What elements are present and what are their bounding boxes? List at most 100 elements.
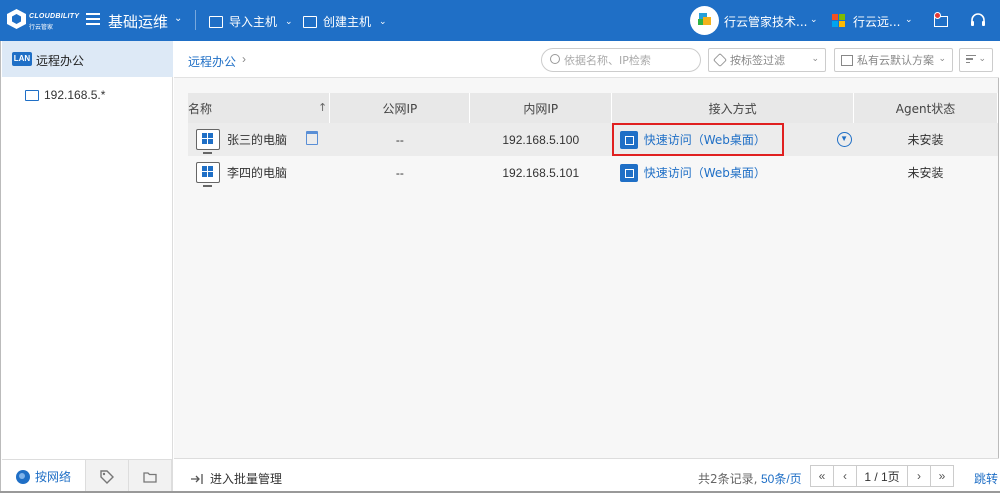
windows-pc-icon [196,129,220,154]
batch-manage-button[interactable]: 进入批量管理 [190,470,282,487]
column-header-public-ip[interactable]: 公网IP [329,93,471,123]
module-title[interactable]: 基础运维 [108,11,168,32]
highlight-box [611,123,784,156]
host-name[interactable]: 李四的电脑 [227,164,287,181]
workspace-name[interactable]: 行云远... [853,13,900,30]
plan-icon [841,54,853,66]
brand-logo[interactable]: CLOUDBILITY 行云管家 [6,7,82,35]
prev-page-button[interactable]: ‹ [833,465,857,487]
private-ip-cell: 192.168.5.101 [469,156,612,189]
last-page-button[interactable]: » [930,465,954,487]
import-icon [209,15,223,28]
chevron-down-icon[interactable]: ⌄ [905,14,913,25]
plan-select[interactable]: 私有云默认方案 ⌄ [834,48,953,72]
notification-dot [934,12,941,19]
add-host-icon [303,15,317,28]
first-page-button[interactable]: « [810,465,834,487]
tab-by-network[interactable]: 按网络 [2,460,86,493]
tag-filter-select[interactable]: 按标签过滤 ⌄ [708,48,826,72]
delete-icon[interactable] [306,131,318,145]
search-box[interactable] [541,48,701,72]
private-ip-cell: 192.168.5.100 [469,123,612,156]
tree-node-label: 192.168.5.* [44,88,106,102]
sidebar: LAN 远程办公 192.168.5.* 按网络 [0,41,173,493]
agent-status-cell: 未安装 [853,123,998,156]
tab-by-folder[interactable] [129,460,172,493]
create-host-button[interactable]: 创建主机 ⌄ [303,13,387,30]
tab-label: 按网络 [34,470,71,484]
next-page-button[interactable]: › [907,465,931,487]
sort-arrow-icon[interactable]: ↑ [318,101,327,114]
support-headset-icon[interactable] [970,12,986,28]
sort-select[interactable]: ⌄ [959,48,993,72]
tag-icon [100,469,114,484]
breadcrumb[interactable]: 远程办公 [188,53,236,70]
hamburger-menu-icon[interactable] [86,13,100,26]
remote-desktop-icon [619,163,638,182]
divider [195,10,196,30]
table-row[interactable]: 李四的电脑 -- 192.168.5.101 快速访问（Web桌面） 未安装 [188,156,998,189]
chevron-down-icon: ⌄ [978,54,986,64]
globe-icon [15,469,30,484]
create-host-label: 创建主机 [323,15,372,29]
chevron-down-icon: ⌄ [811,54,819,64]
table-header-row: 名称 ↑ 公网IP 内网IP 接入方式 Agent状态 [188,93,998,123]
windows-pc-icon [196,162,220,187]
footer-bar: 进入批量管理 共2条记录, 50条/页 « ‹ 1 / 1页 › » 跳转 [174,458,999,493]
column-header-agent[interactable]: Agent状态 [853,93,998,123]
jump-link[interactable]: 跳转 [974,470,998,487]
workspace-logo-icon [832,14,845,27]
hosts-table: 名称 ↑ 公网IP 内网IP 接入方式 Agent状态 张三的电脑 -- 192… [188,93,998,189]
agent-status-cell: 未安装 [853,156,998,189]
import-host-button[interactable]: 导入主机 ⌄ [209,13,293,30]
chevron-down-icon: ⌄ [379,16,387,27]
monitor-icon [25,89,39,101]
enter-arrow-icon [191,473,203,484]
page-size-select[interactable]: 50条/页 [761,470,802,487]
brand-subname: 行云管家 [29,25,54,31]
chevron-down-icon[interactable]: ⌄ [174,13,182,24]
pagination: « ‹ 1 / 1页 › » [810,465,954,487]
tree-node-label: 远程办公 [36,54,85,68]
tree-node-remote-office[interactable]: LAN 远程办公 [2,41,173,77]
chevron-down-icon: ⌄ [285,16,293,27]
column-header-private-ip[interactable]: 内网IP [469,93,613,123]
brand-name: CLOUDBILITY [29,13,80,20]
tab-by-tag[interactable] [86,460,129,493]
column-label: 名称 [188,101,213,116]
table-row[interactable]: 张三的电脑 -- 192.168.5.100 快速访问（Web桌面） ▼ 未安装 [188,123,998,156]
import-host-label: 导入主机 [229,15,278,29]
org-avatar[interactable] [690,6,719,35]
search-icon [550,54,560,64]
org-name[interactable]: 行云管家技术... [724,13,807,30]
host-name[interactable]: 张三的电脑 [227,131,287,148]
access-cell: 快速访问（Web桌面） [611,156,854,189]
sort-icon [966,54,976,66]
top-bar: CLOUDBILITY 行云管家 基础运维 ⌄ 导入主机 ⌄ 创建主机 ⌄ 行云… [0,0,1000,41]
page-indicator: 1 / 1页 [856,465,908,487]
access-cell: 快速访问（Web桌面） ▼ [611,123,854,156]
lan-badge: LAN [12,52,32,66]
total-records: 共2条记录, [698,472,758,486]
chevron-down-icon: ⌄ [938,54,946,64]
search-input[interactable] [564,52,694,68]
expand-circle-icon[interactable]: ▼ [836,132,852,147]
tag-filter-label: 按标签过滤 [730,54,785,67]
chevron-right-icon: › [242,52,246,66]
plan-label: 私有云默认方案 [857,54,934,67]
message-icon[interactable] [930,12,948,28]
column-header-name[interactable]: 名称 ↑ [188,93,331,123]
batch-manage-label: 进入批量管理 [210,472,283,486]
public-ip-cell: -- [329,156,470,189]
sidebar-tabs: 按网络 [2,459,173,493]
chevron-down-icon[interactable]: ⌄ [810,14,818,25]
quick-access-link[interactable]: 快速访问（Web桌面） [644,164,766,181]
toolbar: 远程办公 › 按标签过滤 ⌄ 私有云默认方案 ⌄ ⌄ [174,41,999,78]
cube-logo-icon [7,9,26,29]
column-header-access: 接入方式 [611,93,855,123]
folder-icon [143,471,157,483]
tag-icon [712,52,728,68]
host-name-cell: 张三的电脑 [188,123,330,156]
host-name-cell: 李四的电脑 [188,156,330,189]
tree-node-subnet[interactable]: 192.168.5.* [25,88,105,102]
